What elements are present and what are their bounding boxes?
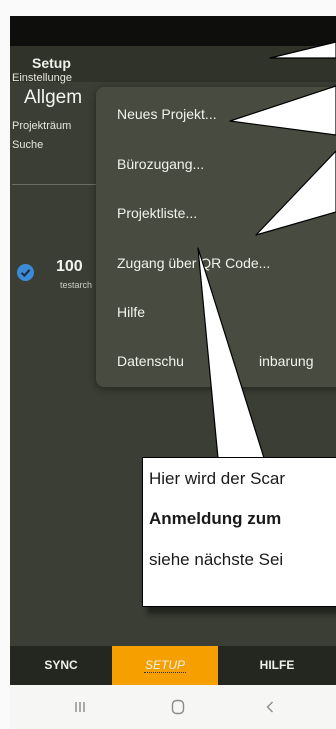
tab-sync[interactable]: SYNC (10, 646, 112, 685)
system-nav-bar (10, 685, 336, 729)
callout-arrow-1 (269, 41, 336, 59)
bottom-tab-bar: SYNC SETUP HILFE (10, 646, 336, 685)
back-icon[interactable] (240, 685, 300, 729)
tab-hilfe[interactable]: HILFE (218, 646, 336, 685)
callout-arrow-4 (197, 247, 265, 459)
callout-line-3: siehe nächste Sei (149, 550, 284, 569)
home-icon[interactable] (148, 685, 208, 729)
callout-arrow-2 (229, 85, 336, 136)
recents-icon[interactable] (50, 685, 110, 729)
callout-line-2: Anmeldung zum (149, 509, 282, 528)
callout-line-1: Hier wird der Scar (149, 469, 286, 488)
callout-arrow-3 (255, 150, 336, 236)
tab-setup-label: SETUP (143, 658, 186, 673)
tab-setup[interactable]: SETUP (112, 646, 218, 685)
callout-arrows (197, 41, 336, 459)
